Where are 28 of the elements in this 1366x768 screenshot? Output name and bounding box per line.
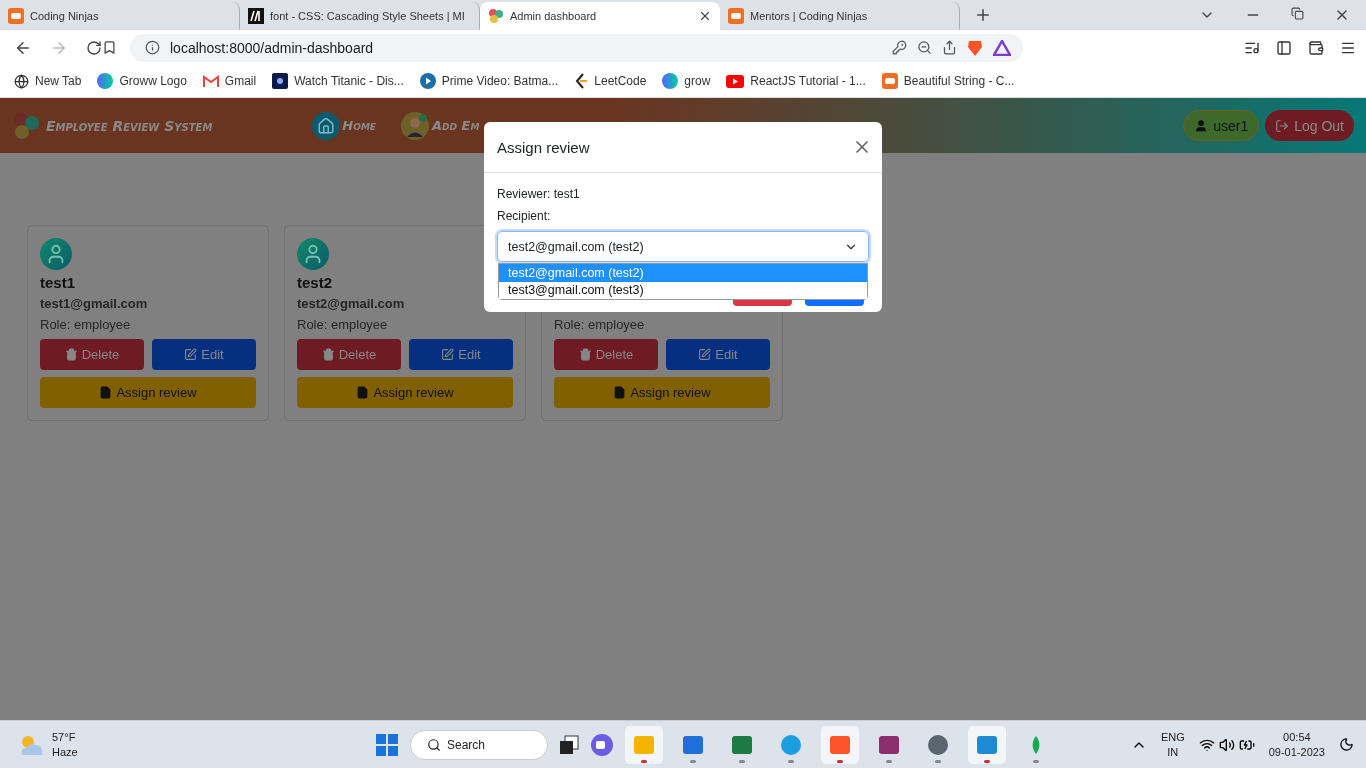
- employee-name: test1: [40, 274, 77, 291]
- language-indicator[interactable]: ENG IN: [1160, 729, 1185, 760]
- employee-email: test1@gmail.com: [40, 296, 149, 311]
- employee-email: test2@gmail.com: [297, 296, 406, 311]
- taskbar-search[interactable]: Search: [410, 729, 548, 760]
- bookmark-link[interactable]: Beautiful String - C...: [881, 73, 1015, 89]
- employee-role: Role: employee: [554, 317, 646, 332]
- bookmark-link[interactable]: Prime Video: Batma...: [419, 73, 559, 89]
- brand-title: Employee Review System: [46, 117, 213, 134]
- employee-name: test2: [297, 274, 334, 291]
- clock-date[interactable]: 09-01-2023: [1268, 744, 1325, 760]
- temperature: 57°F: [52, 729, 77, 745]
- bookmark-link[interactable]: New Tab: [14, 73, 82, 89]
- recipient-label: Recipient:: [497, 209, 552, 223]
- recipient-select[interactable]: test2@gmail.com (test2): [497, 231, 869, 262]
- reviewer-label: Reviewer: test1: [497, 187, 581, 201]
- employee-role: Role: employee: [40, 317, 132, 332]
- bookmark-link[interactable]: ReactJS Tutorial - 1...: [726, 74, 866, 88]
- browser-tab[interactable]: Admin dashboard: [480, 2, 720, 30]
- bookmark-link[interactable]: Gmail: [202, 74, 257, 88]
- bookmark-link[interactable]: LeetCode: [574, 73, 647, 89]
- employee-role: Role: employee: [297, 317, 389, 332]
- weather-condition: Haze: [52, 744, 78, 760]
- bookmark-link[interactable]: Groww Logo: [97, 73, 187, 89]
- dialog-title: Assign review: [497, 138, 590, 156]
- clock-time[interactable]: 00:54: [1283, 729, 1311, 745]
- bookmark-link[interactable]: grow: [662, 73, 711, 89]
- bookmark-link[interactable]: Watch Titanic - Dis...: [272, 73, 404, 89]
